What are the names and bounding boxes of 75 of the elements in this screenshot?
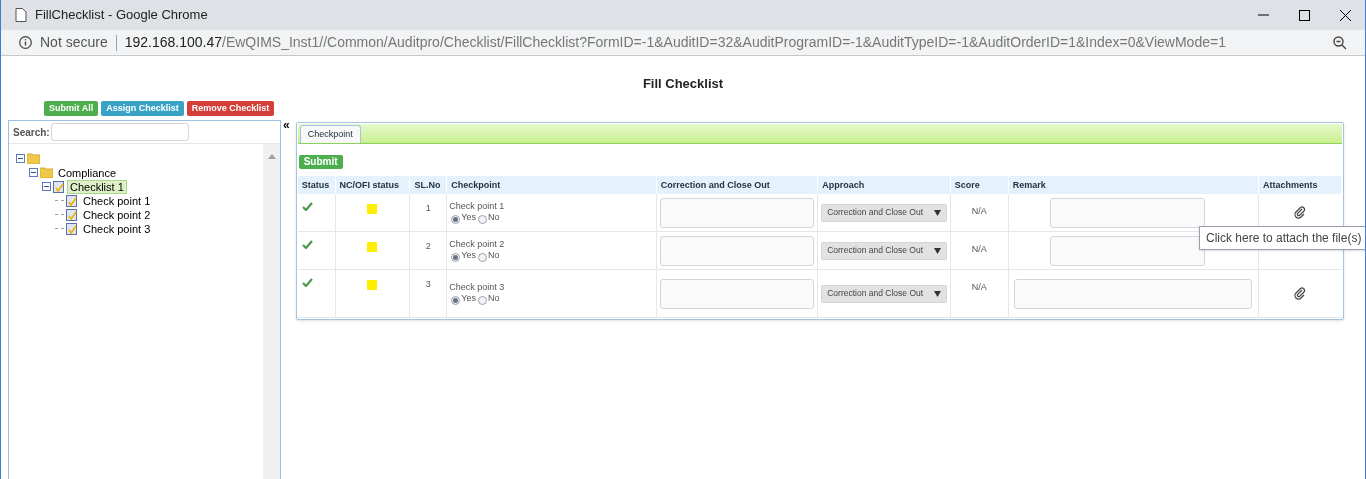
radio-button[interactable]	[477, 253, 487, 262]
column-header: NC/OFI status	[335, 176, 411, 194]
folder-icon	[40, 167, 53, 178]
security-label: Not secure	[40, 33, 108, 52]
column-header: Score	[950, 176, 1009, 194]
collapse-icon[interactable]	[42, 182, 51, 191]
checklist-icon	[66, 222, 78, 235]
caret-icon	[934, 247, 942, 254]
caret-icon	[934, 209, 942, 216]
correction-field[interactable]	[659, 197, 814, 228]
url-text: 192.168.100.47/EwQIMS_Inst1//Common/Auditpro/Checklist/FillChecklist?FormID=-1&AuditID=32&AuditProgramID=-1&AuditTypeID=-1&AuditOrderID=1&Index=0&ViewMode=1	[124, 33, 1226, 52]
column-header: Correction and Close Out	[656, 176, 819, 194]
action-button[interactable]: Remove Checklist	[186, 101, 275, 116]
option-label: No	[487, 212, 500, 223]
option-label: No	[487, 293, 500, 304]
paperclip-icon[interactable]	[1294, 287, 1307, 300]
tooltip: Click here to attach the file(s)	[1199, 226, 1365, 250]
serial-number: 1	[425, 202, 431, 215]
remark-field[interactable]	[1049, 197, 1205, 228]
caret-icon	[934, 290, 942, 297]
checklist-icon	[66, 194, 78, 207]
paperclip-icon[interactable]	[1294, 206, 1307, 219]
column-header: Checkpoint	[447, 176, 657, 194]
collapse-icon[interactable]	[16, 154, 25, 163]
correction-field[interactable]	[659, 235, 814, 266]
tree-item[interactable]: Check point 1	[80, 193, 154, 208]
radio-button[interactable]	[451, 253, 461, 262]
zoom-icon[interactable]	[1333, 35, 1347, 50]
tree-item[interactable]: Check point 3	[80, 221, 154, 236]
radio-button[interactable]	[477, 215, 487, 224]
search-label: Search:	[13, 125, 50, 140]
tree-item[interactable]: Check point 2	[80, 207, 154, 222]
checkpoint-label: Check point 3	[449, 282, 506, 293]
column-header: Attachments	[1258, 176, 1342, 194]
serial-number: 3	[425, 278, 431, 291]
column-header: Approach	[818, 176, 951, 194]
scroll-bar[interactable]	[263, 144, 280, 479]
option-label: Yes	[461, 250, 476, 261]
page-icon	[15, 8, 27, 22]
column-header: Status	[297, 176, 336, 194]
collapse-button[interactable]: «	[283, 120, 290, 132]
maximize-icon[interactable]	[1299, 9, 1310, 21]
remark-field[interactable]	[1013, 278, 1252, 309]
checkpoint-label: Check point 1	[449, 201, 506, 212]
column-header: Remark	[1008, 176, 1259, 194]
folder-icon	[27, 153, 40, 164]
checklist-icon	[66, 208, 78, 221]
approach-dropdown[interactable]: Correction and Close Out	[821, 203, 948, 222]
tree-item[interactable]: Compliance	[55, 165, 120, 180]
tab[interactable]: Checkpoint	[299, 125, 361, 143]
score-value: N/A	[971, 243, 987, 256]
address-bar[interactable]: Not secure 192.168.100.47/EwQIMS_Inst1//Common/Auditpro/Checklist/FillChecklist?FormID=-1&AuditID=32&AuditProgramID=-1&AuditTypeID=-1&AuditOrderID=1&Index=0&ViewMode=1	[1, 30, 1365, 56]
correction-field[interactable]	[659, 278, 814, 309]
option-label: Yes	[461, 293, 476, 304]
remark-field[interactable]	[1049, 235, 1205, 266]
radio-button[interactable]	[477, 296, 487, 305]
radio-button[interactable]	[451, 215, 461, 224]
option-label: Yes	[461, 212, 476, 223]
page-title: Fill Checklist	[642, 76, 724, 91]
collapse-icon[interactable]	[29, 168, 38, 177]
checklist-icon	[53, 180, 65, 193]
option-label: No	[487, 250, 500, 261]
info-icon[interactable]	[19, 36, 32, 49]
serial-number: 2	[425, 240, 431, 253]
approach-dropdown[interactable]: Correction and Close Out	[821, 241, 948, 260]
window-title: FillChecklist - Google Chrome	[35, 6, 208, 25]
score-value: N/A	[971, 205, 987, 218]
search-field[interactable]	[50, 123, 189, 141]
approach-dropdown[interactable]: Correction and Close Out	[821, 284, 948, 303]
score-value: N/A	[971, 281, 987, 294]
close-icon[interactable]	[1340, 9, 1351, 21]
column-header: SL.No	[410, 176, 448, 194]
checkpoint-label: Check point 2	[449, 239, 506, 250]
tree-item[interactable]: Checklist 1	[67, 179, 127, 194]
radio-button[interactable]	[451, 296, 461, 305]
